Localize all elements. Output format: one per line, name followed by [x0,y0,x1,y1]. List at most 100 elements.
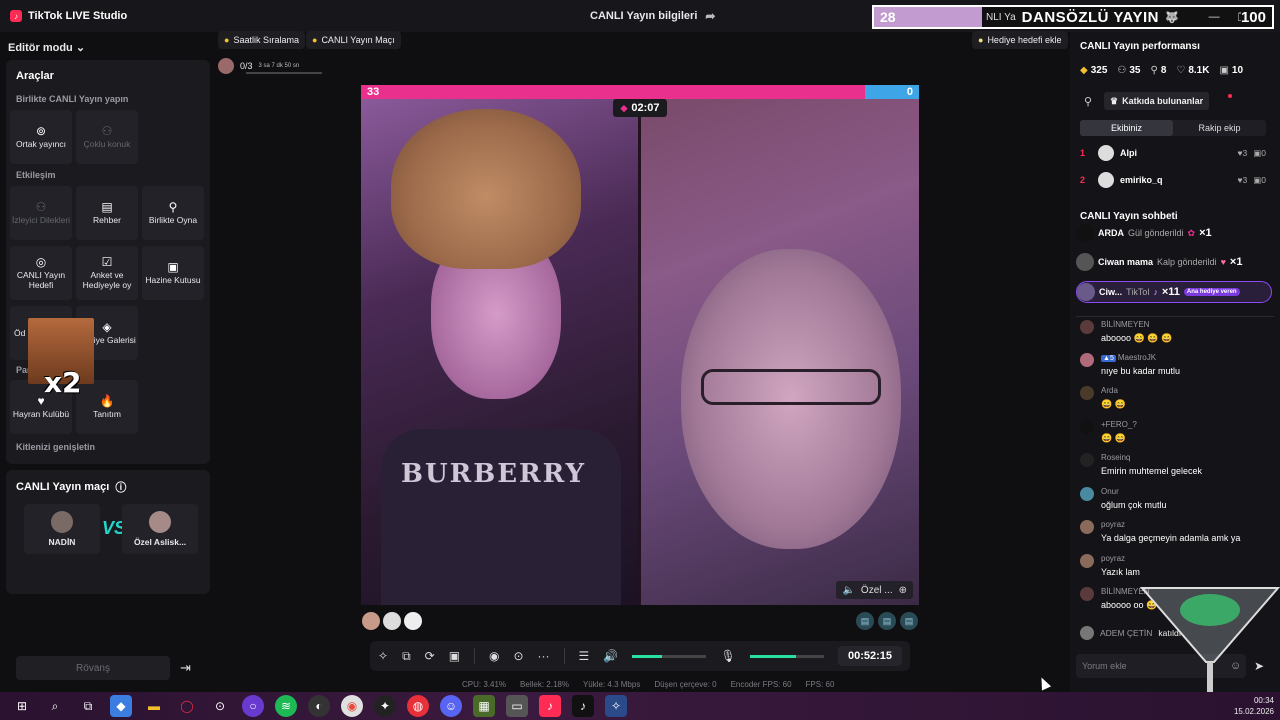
diamond-icon: ◆ [1080,65,1088,76]
record-icon[interactable]: ◉ [489,649,499,663]
host-camera: BURBERRY [361,99,638,605]
perf-title: CANLI Yayın performansı [1080,41,1200,52]
discord-icon[interactable]: ☺ [440,695,462,717]
add-gift-goal-chip[interactable]: ● Hediye hedefi ekle [972,31,1068,49]
avatar[interactable] [362,612,380,630]
speaker-icon[interactable]: 🔈 [842,585,854,596]
rank-row[interactable]: 2 emiriko_q ♥3 ▣0 [1080,171,1266,189]
seat-icon[interactable]: ▤ [856,612,874,630]
speaker-volume-fill [632,654,662,658]
windows-start-icon[interactable]: ⊞ [11,695,33,717]
tiktok-icon[interactable]: ♪ [572,695,594,717]
rank-row[interactable]: 1 Alpi ♥3 ▣0 [1080,144,1266,162]
app-icon[interactable]: ▭ [506,695,528,717]
tool-poll[interactable]: ☑ Anket ve Hediyeyle oy [76,246,138,300]
perf-viewers-value: 35 [1129,65,1141,76]
capture-icon[interactable]: ⊙ [513,649,523,663]
app-icon[interactable]: ◍ [407,695,429,717]
hourly-ranking-chip[interactable]: ● Saatlik Sıralama [218,31,305,49]
tools-title: Araçlar [16,70,54,82]
chat-username: Arda [1101,386,1118,395]
system-clock[interactable]: 00:34 15.02.2026 [1234,695,1274,717]
match-right-name: Özel Aslisk... [133,537,187,547]
guest-label-chip[interactable]: 🔈 Özel ... ⊕ [836,581,913,599]
app-icon[interactable]: ◐ [308,695,330,717]
minecraft-icon[interactable]: ▦ [473,695,495,717]
tool-promotion[interactable]: 🔥 Tanıtım [76,380,138,434]
tool-treasure-label: Hazine Kutusu [145,274,201,285]
overlay-counter: 28 [874,7,982,27]
app-icon[interactable]: ○ [242,695,264,717]
level-badge: ▲5 [1101,355,1116,362]
rematch-button[interactable]: Rövanş [16,656,170,680]
app-icon[interactable]: ✧ [605,695,627,717]
file-explorer-icon[interactable]: ▬ [143,695,165,717]
enhance-icon[interactable]: ⟳ [425,649,435,663]
minimize-icon[interactable]: — [1209,11,1220,24]
volume-icon[interactable]: 🔊 [603,649,618,663]
section-interaction: Etkileşim [16,170,56,180]
guest-label: Özel ... [860,584,893,596]
live-info-title[interactable]: CANLI Yayın bilgileri ➦ [590,0,715,32]
microphone-icon[interactable]: 🎙 [720,649,735,663]
settings-sliders-icon[interactable]: ☰ [578,649,589,663]
tool-multi-guest[interactable]: ⚇ Çoklu konuk [76,110,138,164]
effects-wand-icon[interactable]: ✧ [378,649,388,663]
match-player-right[interactable]: Özel Aslisk... [122,504,198,554]
avatar[interactable] [383,612,401,630]
level-number: 5 [1109,355,1114,362]
tab-rival-team[interactable]: Rakip ekip [1173,120,1266,136]
avatar [1077,283,1095,301]
chrome-icon[interactable]: ◉ [341,695,363,717]
match-player-left[interactable]: NADİN [24,504,100,554]
task-view-icon[interactable]: ⧉ [77,695,99,717]
elapsed-time: 00:52:15 [837,646,902,666]
live-video-preview[interactable]: 33 0 BURBERRY 🔈 Özel ... ⊕ ◆ 02:07 [361,85,919,605]
steam-icon[interactable]: ⊙ [209,695,231,717]
avatar [1080,353,1094,367]
tool-co-host[interactable]: ⊚ Ortak yayıncı [10,110,72,164]
tool-guide[interactable]: ▤ Rehber [76,186,138,240]
contributors-button[interactable]: ♛ Katkıda bulunanlar [1104,92,1210,110]
copilot-icon[interactable]: ◆ [110,695,132,717]
avatar [1080,487,1094,501]
mic-volume-slider[interactable] [749,654,824,658]
help-icon[interactable]: ⓘ [115,479,126,495]
tool-play-together[interactable]: ⚲ Birlikte Oyna [142,186,204,240]
tool-treasure[interactable]: ▣ Hazine Kutusu [142,246,204,300]
tool-live-goal[interactable]: ◎ CANLI Yayın Hedefi [10,246,72,300]
editor-mode-dropdown[interactable]: Editör modu ⌄ [8,41,85,54]
title-bar: ♪ TikTok LIVE Studio CANLI Yayın bilgile… [0,0,1280,32]
divider [1076,316,1274,317]
layout-icon[interactable]: ▣ [449,649,460,663]
martini-glass-overlay [1140,587,1280,708]
avatar [1080,626,1094,640]
exit-icon[interactable]: ⇥ [180,660,191,676]
app-icon[interactable]: ✦ [374,695,396,717]
spotify-icon[interactable]: ≋ [275,695,297,717]
screen-share-icon[interactable]: ⧉ [402,649,411,664]
add-person-icon[interactable]: ⚲ [1084,95,1092,108]
stat-encoder-fps: Encoder FPS: 60 [730,680,792,689]
avatar[interactable] [404,612,422,630]
chevron-down-icon: ⌄ [75,42,86,54]
more-icon[interactable]: ··· [538,649,550,663]
speaker-volume-slider[interactable] [632,654,707,658]
mouse-cursor-icon [1036,675,1052,691]
opera-icon[interactable]: ◯ [176,695,198,717]
plus-icon[interactable]: ⊕ [899,585,907,596]
clock-time: 00:34 [1253,696,1274,705]
guest-glasses [701,369,881,405]
seat-icon[interactable]: ▤ [900,612,918,630]
tiktok-live-studio-icon[interactable]: ♪ [539,695,561,717]
search-icon[interactable]: ⌕ [44,695,66,717]
seat-icon[interactable]: ▤ [878,612,896,630]
mic-volume-fill [749,654,796,658]
chat-text: nıye bu kadar mutlu [1101,366,1181,376]
tool-viewer-requests[interactable]: ⚇ İzleyici Dilekleri [10,186,72,240]
tab-your-team[interactable]: Ekibiniz [1080,120,1173,136]
avatar [1080,453,1094,467]
live-match-chip[interactable]: ● CANLI Yayın Maçı [306,31,401,49]
gift-count: ×1 [1199,227,1212,239]
share-icon[interactable]: ➦ [705,9,715,23]
